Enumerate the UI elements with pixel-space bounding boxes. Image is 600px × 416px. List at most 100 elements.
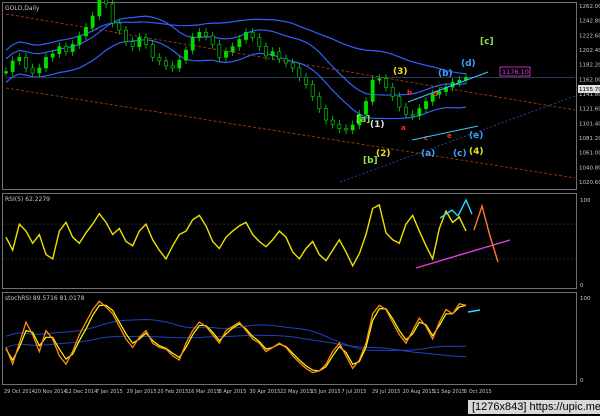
candle-body — [150, 44, 155, 58]
rsi-projection-cyan — [439, 198, 473, 219]
date-tick-label: 29 Oct 2014 — [4, 389, 35, 395]
watermark: [1276x843] https://upic.me/ — [468, 400, 600, 414]
candle-body — [397, 96, 402, 108]
wave-label: [b] — [363, 156, 378, 166]
price-tick-label: 1262.00 — [579, 4, 600, 10]
candle-body — [324, 108, 328, 121]
wave-label: c — [424, 134, 428, 142]
candle-body — [437, 91, 442, 95]
candle-body — [190, 37, 195, 51]
price-tick-label: 1222.60 — [579, 33, 600, 39]
date-tick-label: 8 Apr 2015 — [219, 389, 247, 395]
wave-label: (c) — [453, 149, 467, 159]
candle-body — [264, 46, 268, 57]
date-tick-label: 7 Jan 2015 — [96, 389, 123, 395]
wave-label: [c] — [480, 37, 494, 47]
price-tick-label: 1242.80 — [579, 19, 600, 25]
price-tick-label: 1101.40 — [579, 121, 600, 127]
wave-label: (d) — [461, 59, 476, 69]
rsi-panel-title: RSI(5) 62.2279 — [5, 196, 50, 203]
rsi-tick-label: 0 — [580, 283, 584, 289]
rsi-layer — [3, 198, 576, 269]
date-tick-label: 20 Aug 2015 — [403, 389, 435, 395]
candle-body — [364, 101, 368, 115]
stoch-panel-frame — [2, 292, 577, 385]
wave-label: (2) — [376, 149, 391, 159]
date-tick-label: 20 Nov 2014 — [35, 389, 67, 395]
stoch-tick-label: 0 — [580, 378, 584, 384]
stoch-main-line — [5, 300, 467, 374]
stoch-panel-title: stochRSI 89.5716 81.0178 — [5, 295, 85, 302]
date-tick-label: 30 Apr 2015 — [249, 389, 280, 395]
candle-body — [217, 44, 222, 58]
rsi-projection-orange — [473, 203, 499, 263]
price-layer: (3)(2) (4)[a][b][c](a)(b)(c)(d)(e)(1) abcd… — [4, 0, 600, 183]
stoch-signal-line — [5, 304, 467, 372]
candle-body — [184, 49, 188, 61]
price-tick-label: 1121.60 — [579, 107, 600, 113]
wave-label: (b) — [438, 69, 453, 79]
candle-body — [64, 46, 68, 52]
date-tick-label: 12 Dec 2014 — [65, 389, 97, 395]
candle-body — [104, 0, 108, 5]
rsi-tick-label: 100 — [580, 198, 591, 204]
candle-body — [424, 101, 428, 109]
date-tick-label: 15 Jun 2015 — [311, 389, 341, 395]
candle-body — [390, 86, 395, 97]
stoch-tick-label: 100 — [580, 296, 591, 302]
candle-body — [144, 37, 148, 45]
date-tick-label: 5 Oct 2015 — [464, 389, 492, 395]
stoch-arrow — [467, 309, 481, 313]
price-tick-label: 1141.80 — [579, 92, 600, 98]
rsi-panel-frame — [2, 193, 577, 289]
wave-label: (1) — [370, 120, 385, 130]
candle-body — [110, 3, 115, 24]
chart-window: GOLD,Daily RSI(5) 62.2279 stochRSI 89.57… — [0, 0, 600, 416]
wave-label: (4) — [469, 147, 484, 157]
candle-body — [317, 96, 322, 109]
candle-body — [37, 67, 42, 74]
candle-body — [57, 46, 62, 55]
candle-body — [204, 32, 208, 37]
candle-body — [137, 37, 142, 47]
wave-label: b — [407, 89, 412, 97]
stoch-layer — [5, 300, 481, 374]
date-tick-label: 29 Jan 2015 — [127, 389, 157, 395]
price-panel-title: GOLD,Daily — [5, 5, 40, 12]
price-tag-text: 1176.10 — [502, 68, 529, 76]
candle-body — [50, 53, 55, 58]
price-tick-label: 1040.80 — [579, 165, 600, 171]
candle-body — [90, 15, 95, 28]
date-tick-label: 20 Feb 2015 — [157, 389, 188, 395]
price-tick-label: 1182.20 — [579, 63, 600, 69]
moving-average-slow — [5, 18, 467, 75]
candle-body — [290, 62, 295, 69]
rsi-line — [5, 203, 467, 268]
price-tick-label: 1162.00 — [579, 77, 600, 83]
wave-label: a — [401, 124, 406, 132]
moving-average-lower — [5, 39, 467, 120]
wave-label: [a] — [356, 115, 370, 125]
date-tick-label: 22 May 2015 — [280, 389, 313, 395]
candle-body — [350, 124, 355, 131]
candle-body — [30, 67, 35, 74]
candle-body — [77, 35, 82, 45]
candle-body — [344, 128, 348, 131]
candle-body — [417, 108, 422, 117]
candle-body — [284, 58, 288, 64]
price-tick-label: 1202.40 — [579, 48, 600, 54]
candle-body — [384, 78, 388, 88]
candle-body — [17, 57, 22, 62]
candle-body — [130, 41, 135, 47]
axis-layer: 1262.00 1242.80 1222.60 1202.40 1182.20 1162.… — [4, 4, 600, 395]
candle-body — [4, 71, 8, 74]
candle-body — [370, 79, 375, 102]
candle-body — [197, 32, 202, 38]
candle-body — [124, 29, 128, 42]
candle-body — [377, 78, 382, 81]
candle-body — [84, 27, 88, 37]
candle-body — [304, 76, 308, 85]
candle-body — [270, 51, 275, 57]
candle-body — [10, 60, 15, 72]
trendline-blue-dotted — [339, 95, 576, 183]
